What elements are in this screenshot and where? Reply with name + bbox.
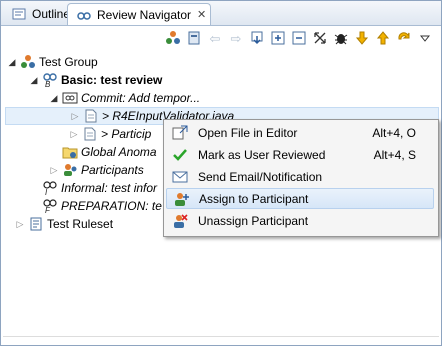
nav-forward-icon[interactable]: ⇨ — [228, 30, 244, 46]
menu-item-label: Open File in Editor — [198, 125, 298, 140]
collapsed-twisty-icon[interactable]: ▷ — [49, 165, 59, 176]
menu-item-assign-to-participant[interactable]: Assign to Participant — [166, 188, 434, 209]
context-menu: Open File in Editor Alt+4, O Mark as Use… — [163, 119, 439, 237]
expand-all-icon[interactable] — [270, 30, 286, 46]
tree-item-label: Test Group — [39, 55, 98, 69]
tree-item-informal-review[interactable]: I Informal: test infor — [39, 179, 157, 197]
svg-text:B: B — [45, 80, 51, 88]
menu-item-mark-as-user-reviewed[interactable]: Mark as User Reviewed Alt+4, S — [166, 144, 434, 165]
tree-item-basic-review[interactable]: ◢ B Basic: test review — [29, 71, 163, 89]
menu-item-shortcut: Alt+4, S — [373, 147, 416, 162]
tab-strip: Outline Review Navigator ✕ — [1, 1, 441, 26]
horizontal-scrollbar[interactable] — [3, 336, 439, 343]
ruleset-icon — [28, 216, 44, 232]
menu-item-label: Send Email/Notification — [198, 169, 323, 184]
review-icon[interactable] — [186, 30, 202, 46]
collapsed-twisty-icon[interactable]: ▷ — [69, 129, 79, 140]
refresh-icon[interactable] — [396, 30, 412, 46]
assign-participant-icon — [171, 190, 191, 208]
file-icon — [82, 126, 98, 142]
tree-item-preparation-review[interactable]: F PREPARATION: te — [39, 197, 162, 215]
review-navigator-view: Outline Review Navigator ✕ ⇦ ⇨ ◢ Test Gr… — [0, 0, 442, 346]
outline-icon — [12, 6, 26, 22]
tree-item-label: PREPARATION: te — [61, 199, 162, 213]
expanded-twisty-icon[interactable]: ◢ — [7, 57, 17, 68]
file-icon — [83, 108, 99, 124]
collapsed-twisty-icon[interactable]: ▷ — [70, 111, 80, 122]
svg-text:I: I — [45, 188, 48, 196]
tree-item-test-ruleset[interactable]: ▷ Test Ruleset — [15, 215, 114, 233]
tab-outline-label: Outline — [32, 7, 71, 21]
commit-icon — [62, 90, 78, 106]
tab-outline[interactable]: Outline — [3, 3, 71, 25]
tree-item-label: Commit: Add tempor... — [81, 91, 201, 105]
collapsed-twisty-icon[interactable]: ▷ — [15, 219, 25, 230]
tree-item-label: Basic: test review — [61, 73, 163, 87]
menu-item-label: Unassign Participant — [198, 213, 309, 228]
import-icon[interactable] — [249, 30, 265, 46]
tab-review-navigator-label: Review Navigator — [97, 7, 192, 22]
tree-item-test-group[interactable]: ◢ Test Group — [7, 53, 98, 71]
svg-text:F: F — [45, 206, 51, 214]
tree-item-label: Test Ruleset — [47, 217, 114, 231]
expanded-twisty-icon[interactable]: ◢ — [29, 75, 39, 86]
unassign-participant-icon — [170, 212, 190, 230]
menu-item-send-email-notification[interactable]: Send Email/Notification — [166, 166, 434, 187]
tree-item-participants[interactable]: ▷ Participants — [49, 161, 144, 179]
checkmark-icon — [170, 146, 190, 164]
collapse-all-icon[interactable] — [291, 30, 307, 46]
tree-item-label: Informal: test infor — [61, 181, 158, 195]
tree-item-label: > Particip — [101, 127, 152, 141]
envelope-icon — [170, 168, 190, 186]
open-file-icon — [170, 124, 190, 142]
tree-item-file-particip[interactable]: ▷ > Particip — [69, 125, 152, 143]
tree-item-global-anomalies[interactable]: Global Anoma — [59, 143, 157, 161]
bug-icon[interactable] — [333, 30, 349, 46]
participants-icon[interactable] — [165, 30, 181, 46]
review-navigator-icon — [77, 7, 91, 23]
tab-review-navigator[interactable]: Review Navigator ✕ — [67, 3, 211, 25]
view-menu-icon[interactable] — [417, 30, 433, 46]
menu-item-label: Assign to Participant — [199, 191, 309, 206]
anomalies-folder-icon — [62, 144, 78, 160]
resize-icon[interactable] — [312, 30, 328, 46]
review-icon: B — [42, 72, 58, 88]
menu-item-label: Mark as User Reviewed — [198, 147, 326, 162]
tree-item-commit[interactable]: ◢ Commit: Add tempor... — [49, 89, 201, 107]
participants-icon — [62, 162, 78, 178]
informal-review-icon: I — [42, 180, 58, 196]
menu-item-open-file-in-editor[interactable]: Open File in Editor Alt+4, O — [166, 122, 434, 143]
group-icon — [20, 54, 36, 70]
up-arrow-icon[interactable] — [375, 30, 391, 46]
down-arrow-icon[interactable] — [354, 30, 370, 46]
menu-item-shortcut: Alt+4, O — [372, 125, 416, 140]
menu-item-unassign-participant[interactable]: Unassign Participant — [166, 210, 434, 231]
close-icon[interactable]: ✕ — [197, 8, 206, 21]
view-toolbar: ⇦ ⇨ — [165, 28, 433, 48]
expanded-twisty-icon[interactable]: ◢ — [49, 93, 59, 104]
tree-item-label: Global Anoma — [81, 145, 157, 159]
formal-review-icon: F — [42, 198, 58, 214]
nav-back-icon[interactable]: ⇦ — [207, 30, 223, 46]
tree-item-label: Participants — [81, 163, 144, 177]
